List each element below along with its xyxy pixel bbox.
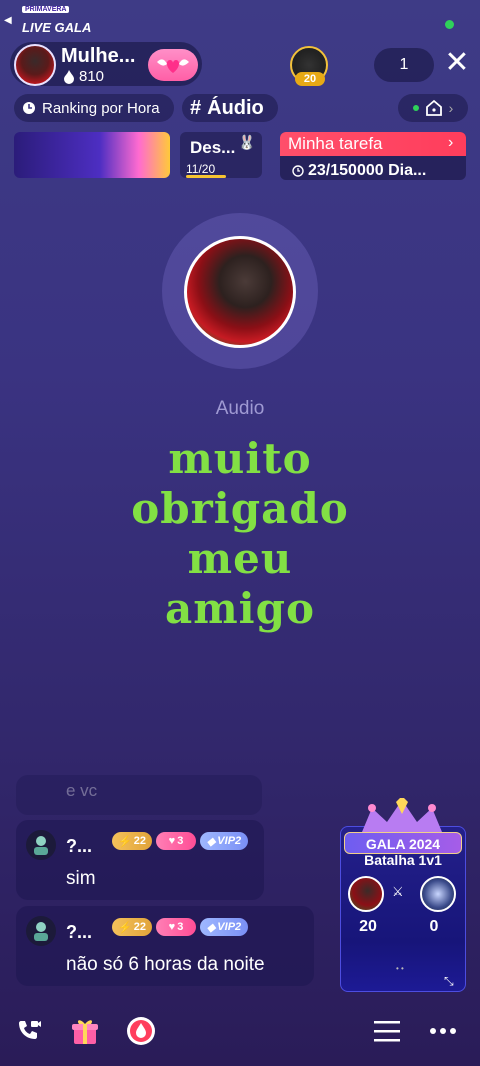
viewer-count[interactable]: 1 — [374, 48, 434, 82]
status-indicator-dot — [445, 20, 454, 29]
more-button[interactable] — [426, 1014, 460, 1048]
menu-icon — [374, 1021, 400, 1042]
heart-value: 3 — [177, 921, 184, 933]
drop-icon — [127, 1017, 155, 1045]
chat-message[interactable]: ?... ⚡ 22 ♥ 3 ◆ VIP2 não só 6 horas da noit… — [16, 906, 314, 986]
online-dot-icon — [412, 105, 419, 111]
task-des-count: 11/20 — [186, 162, 216, 176]
phone-video-icon — [19, 1021, 41, 1039]
heart-icon: ♥ — [168, 921, 176, 933]
chat-user-avatar[interactable] — [26, 830, 56, 860]
gift-button[interactable] — [68, 1014, 102, 1048]
audio-tag-pill[interactable]: # Áudio — [182, 94, 278, 122]
vip-value: VIP2 — [217, 921, 242, 933]
live-gala-banner[interactable] — [14, 132, 170, 178]
ranking-label: Ranking por Hora — [42, 99, 160, 117]
clock-icon — [292, 165, 304, 177]
chat-user-avatar[interactable] — [26, 916, 56, 946]
task-des-progress-bar — [186, 175, 226, 178]
battle-subtitle: Batalha 1v1 — [364, 852, 442, 868]
chat-user-name[interactable]: ?... — [66, 922, 92, 943]
battle-score-left: 20 — [359, 918, 377, 935]
call-button[interactable] — [12, 1014, 46, 1048]
chat-message-faded: e vc — [16, 775, 262, 815]
overlay-line: muito — [168, 434, 312, 483]
bolt-icon: ⚡ — [118, 835, 132, 848]
top-viewer-level-badge: 20 — [295, 72, 325, 86]
chevron-right-icon: › — [448, 100, 454, 116]
task-des-label: Des... — [190, 138, 236, 157]
minimize-icon[interactable]: ⤡ — [444, 974, 454, 989]
room-home-pill[interactable]: › — [398, 94, 468, 122]
level-value: 22 — [133, 835, 146, 847]
drop-button[interactable] — [124, 1014, 158, 1048]
banner-small-label: PRIMAVERA — [22, 6, 70, 13]
level-badge: ⚡ 22 — [112, 918, 152, 936]
vip-badge: ◆ VIP2 — [200, 918, 248, 936]
seat-label: Audio — [215, 398, 265, 419]
pager-dots: • • — [396, 964, 404, 973]
level-badge: ⚡ 22 — [112, 832, 152, 850]
heart-badge: ♥ 3 — [156, 832, 196, 850]
winged-heart-icon — [157, 59, 189, 73]
mission-progress-text: 23/150000 Dia... — [308, 162, 427, 179]
flame-icon — [64, 69, 74, 84]
host-avatar[interactable] — [14, 44, 56, 86]
battle-player-right-avatar[interactable] — [420, 876, 456, 912]
chat-message[interactable]: ?... ⚡ 22 ♥ 3 ◆ VIP2 sim — [16, 820, 264, 900]
chat-message-text: não só 6 horas da noite — [66, 954, 265, 975]
host-seat-avatar[interactable] — [184, 236, 296, 348]
host-fans-count: 810 — [79, 68, 105, 85]
chat-message-text: sim — [66, 868, 96, 889]
host-name: Mulhe... — [61, 45, 136, 67]
overlay-line: obrigado — [131, 484, 349, 533]
vip-value: VIP2 — [217, 835, 242, 847]
vs-icon: ⚔ — [392, 884, 404, 899]
vip-badge: ◆ VIP2 — [200, 832, 248, 850]
diamond-icon: ◆ — [206, 921, 216, 934]
mission-progress: 23/150000 Dia... — [292, 162, 426, 180]
battle-player-left-avatar[interactable] — [348, 876, 384, 912]
heart-badge: ♥ 3 — [156, 918, 196, 936]
heart-value: 3 — [177, 835, 184, 847]
home-icon — [425, 99, 442, 116]
user-avatar-icon — [34, 922, 48, 941]
diamond-icon: ◆ — [206, 835, 216, 848]
banner-title: LIVE GALA — [22, 20, 92, 35]
close-button[interactable]: ✕ — [444, 48, 470, 78]
crown-icon — [362, 798, 442, 832]
battle-title: GALA 2024 — [344, 832, 462, 854]
overlay-line: amigo — [165, 584, 315, 633]
more-dots-icon — [430, 1028, 456, 1034]
audio-tag-label: Áudio — [207, 96, 264, 119]
user-avatar-icon — [34, 836, 48, 855]
mission-title: Minha tarefa — [280, 132, 466, 156]
host-fans: 810 — [63, 68, 104, 85]
battle-score-right: 0 — [429, 918, 439, 935]
banner-arrow-icon: ◀ — [4, 15, 12, 26]
overlay-line: meu — [187, 534, 293, 583]
chevron-right-icon: › — [448, 134, 454, 151]
level-value: 22 — [133, 921, 146, 933]
ranking-pill[interactable]: Ranking por Hora — [14, 94, 174, 122]
bunny-icon: 🐰 — [238, 134, 256, 150]
clock-icon — [23, 102, 35, 114]
heart-icon: ♥ — [168, 835, 176, 847]
overlay-message: muito obrigado meu amigo — [0, 434, 480, 634]
bolt-icon: ⚡ — [118, 921, 132, 934]
follow-button[interactable] — [148, 49, 198, 81]
gift-icon — [72, 1020, 98, 1044]
chat-user-name[interactable]: ?... — [66, 836, 92, 857]
menu-button[interactable] — [370, 1014, 404, 1048]
hash-icon: # — [190, 96, 202, 119]
